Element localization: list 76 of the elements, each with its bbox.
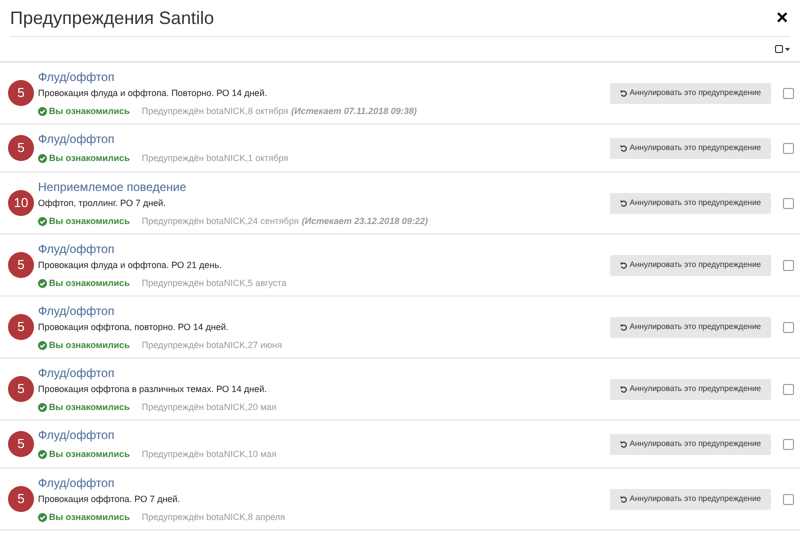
undo-icon [620, 386, 627, 392]
checkbox[interactable] [783, 260, 794, 270]
points-badge: 5 [8, 431, 34, 457]
check-circle-icon [38, 340, 47, 350]
warning-description: Оффтоп, троллинг. РО 7 дней. [38, 198, 167, 208]
acknowledged-status: Вы ознакомились [49, 278, 130, 288]
warning-description: Провокация оффтопа в различных темах. РО 14 дней. [38, 384, 268, 394]
revoke-button[interactable]: Аннулировать это предупреждение [610, 488, 771, 510]
select-all-checkbox[interactable] [775, 45, 783, 53]
points-badge: 5 [8, 376, 34, 402]
revoke-button[interactable]: Аннулировать это предупреждение [610, 434, 771, 454]
warning-title-link[interactable]: Флуд/оффтоп [38, 242, 610, 256]
revoke-button[interactable]: Аннулировать это предупреждение [610, 316, 771, 338]
revoke-button[interactable]: Аннулировать это предупреждение [610, 192, 771, 214]
checkbox[interactable] [783, 322, 794, 332]
warning-title-link[interactable]: Флуд/оффтоп [38, 428, 610, 442]
check-circle-icon [38, 512, 47, 522]
undo-icon [620, 324, 627, 330]
points-badge: 5 [8, 486, 34, 512]
warning-title-link[interactable]: Флуд/оффтоп [38, 70, 610, 84]
points-badge: 5 [8, 135, 34, 161]
checkbox[interactable] [783, 494, 794, 504]
check-circle-icon [38, 402, 47, 412]
checkbox[interactable] [783, 142, 794, 154]
checkbox[interactable] [783, 384, 794, 394]
checkbox[interactable] [783, 198, 794, 208]
check-circle-icon [38, 216, 47, 226]
warning-title-link[interactable]: Флуд/оффтоп [38, 366, 610, 380]
checkbox[interactable] [783, 438, 794, 450]
acknowledged-status: Вы ознакомились [49, 106, 130, 116]
undo-icon [620, 200, 627, 206]
revoke-button[interactable]: Аннулировать это предупреждение [610, 138, 771, 158]
expiry-note: (Истекает 07.11.2018 09:38) [291, 106, 417, 116]
issued-info: Предупреждён botaNICK,1 октября [142, 153, 288, 164]
close-button[interactable]: × [776, 8, 790, 28]
issued-info: Предупреждён botaNICK,20 мая [142, 402, 276, 412]
acknowledged-status: Вы ознакомились [49, 402, 130, 412]
warning-title-link[interactable]: Флуд/оффтоп [38, 132, 610, 146]
undo-icon [620, 262, 627, 268]
issued-info: Предупреждён botaNICK,10 мая [142, 449, 276, 460]
points-badge: 5 [8, 80, 34, 106]
check-circle-icon [38, 450, 47, 459]
warning-title-link[interactable]: Флуд/оффтоп [38, 304, 610, 318]
warning-title-link[interactable]: Неприемлемое поведение [38, 180, 610, 194]
acknowledged-status: Вы ознакомились [49, 449, 130, 460]
undo-icon [620, 440, 627, 448]
acknowledged-status: Вы ознакомились [49, 153, 130, 164]
points-badge: 5 [8, 314, 34, 340]
warning-description: Провокация флуда и оффтопа. Повторно. РО 14 дней. [38, 88, 268, 98]
points-badge: 10 [8, 190, 34, 216]
expiry-note: (Истекает 23.12.2018 09:22) [302, 216, 428, 226]
undo-icon [620, 144, 627, 152]
acknowledged-status: Вы ознакомились [49, 216, 130, 226]
warning-description: Провокация флуда и оффтопа. РО 21 день. [38, 260, 223, 270]
revoke-button[interactable]: Аннулировать это предупреждение [610, 82, 771, 104]
warning-description: Провокация оффтопа, повторно. РО 14 дней. [38, 322, 230, 332]
acknowledged-status: Вы ознакомились [49, 512, 130, 522]
points-badge: 5 [8, 252, 34, 278]
check-circle-icon [38, 106, 47, 116]
check-circle-icon [38, 154, 47, 163]
caret-icon[interactable] [785, 48, 790, 50]
issued-info: Предупреждён botaNICK,27 июня [142, 340, 282, 350]
warning-title-link[interactable]: Флуд/оффтоп [38, 476, 610, 490]
issued-info: Предупреждён botaNICK,8 апреля [142, 512, 286, 522]
check-circle-icon [38, 278, 47, 288]
revoke-button[interactable]: Аннулировать это предупреждение [610, 254, 771, 276]
issued-info: Предупреждён botaNICK,8 октября [142, 106, 288, 116]
revoke-button[interactable]: Аннулировать это предупреждение [610, 378, 771, 400]
acknowledged-status: Вы ознакомились [49, 340, 130, 350]
issued-info: Предупреждён botaNICK,5 августа [142, 278, 286, 288]
warning-description: Провокация оффтопа. РО 7 дней. [38, 494, 181, 504]
checkbox[interactable] [783, 88, 794, 98]
undo-icon [620, 496, 627, 502]
issued-info: Предупреждён botaNICK,24 сентября [142, 216, 299, 226]
dialog-title: Предупреждения Santilo [10, 6, 214, 30]
undo-icon [620, 90, 627, 96]
